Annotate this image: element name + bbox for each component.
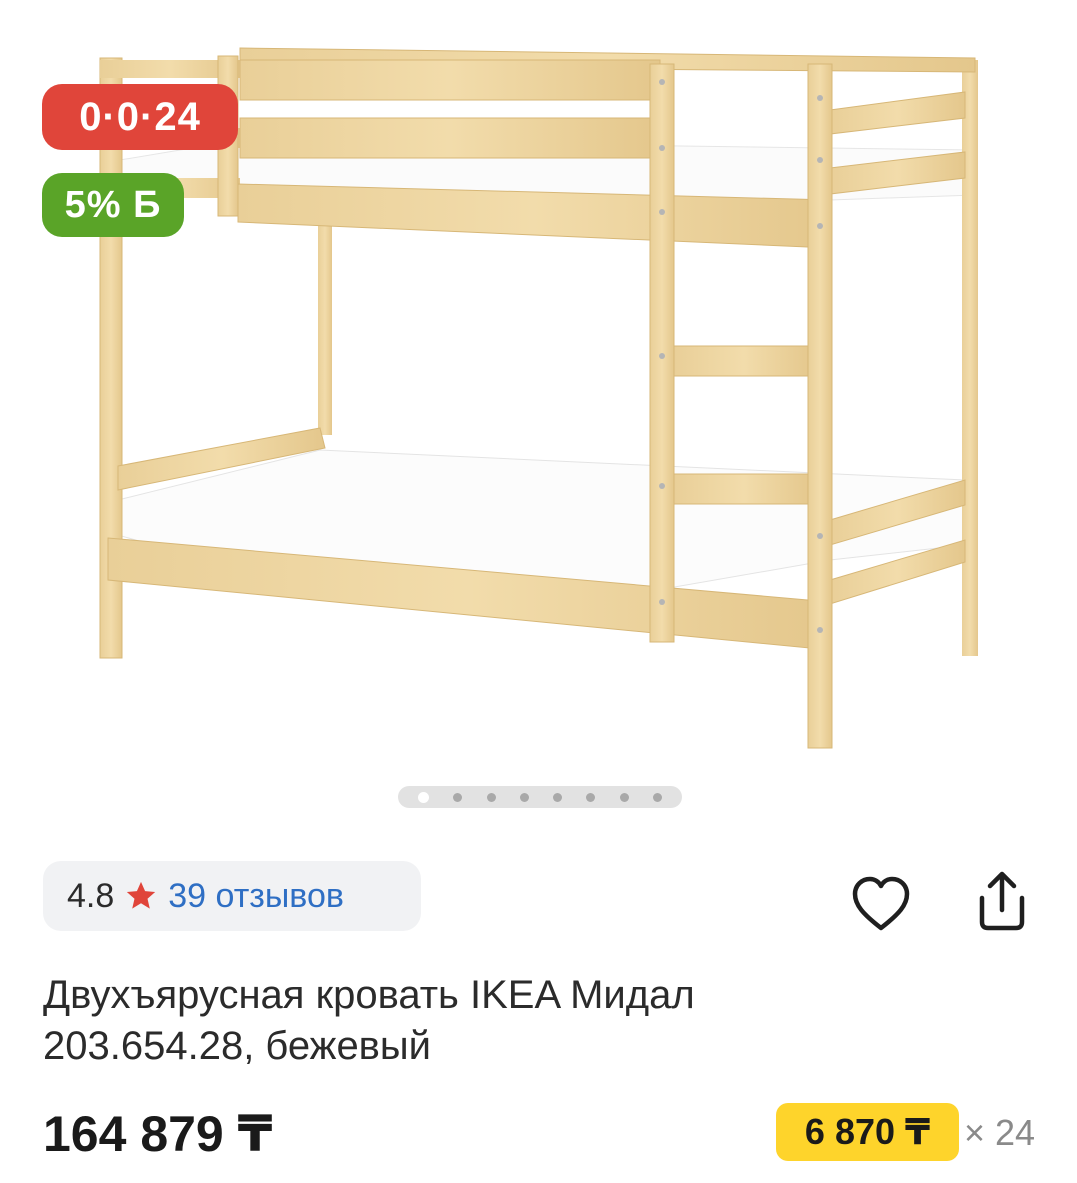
pagination-dot[interactable] <box>553 792 563 802</box>
favorite-button[interactable] <box>849 874 913 934</box>
installment-months: × 24 <box>964 1112 1036 1153</box>
pagination-dot[interactable] <box>519 792 529 802</box>
product-title: Двухъярусная кровать IKEA Мидал 203.654.… <box>43 970 943 1072</box>
pagination-dot[interactable] <box>586 792 596 802</box>
bonus-badge: 5% Б <box>42 173 184 237</box>
reviews-link[interactable]: 39 отзывов <box>168 877 344 916</box>
product-title-line: Двухъярусная кровать IKEA Мидал <box>43 973 695 1017</box>
rating-value: 4.8 <box>67 876 115 915</box>
pagination-dot[interactable] <box>652 792 662 802</box>
share-button[interactable] <box>968 868 1036 936</box>
gallery-pagination[interactable] <box>398 786 682 808</box>
product-page: 0·0·24 5% Б 4.8 39 отзывов Двухъярусная … <box>0 0 1077 1183</box>
star-icon <box>127 881 156 909</box>
pagination-dot[interactable] <box>619 792 629 802</box>
pagination-dot[interactable] <box>486 792 496 802</box>
pagination-dot[interactable] <box>418 791 430 803</box>
rating-reviews-chip[interactable]: 4.8 39 отзывов <box>43 861 421 931</box>
product-image-gallery[interactable]: 0·0·24 5% Б <box>0 0 1077 808</box>
monthly-payment-badge[interactable]: 6 870 ₸ <box>776 1103 959 1161</box>
product-price: 164 879 ₸ <box>43 1106 273 1162</box>
installment-badge: 0·0·24 <box>42 84 238 150</box>
pagination-dot[interactable] <box>453 792 463 802</box>
product-title-line: 203.654.28, бежевый <box>43 1024 432 1068</box>
share-icon <box>979 871 1025 931</box>
heart-icon <box>852 876 910 931</box>
